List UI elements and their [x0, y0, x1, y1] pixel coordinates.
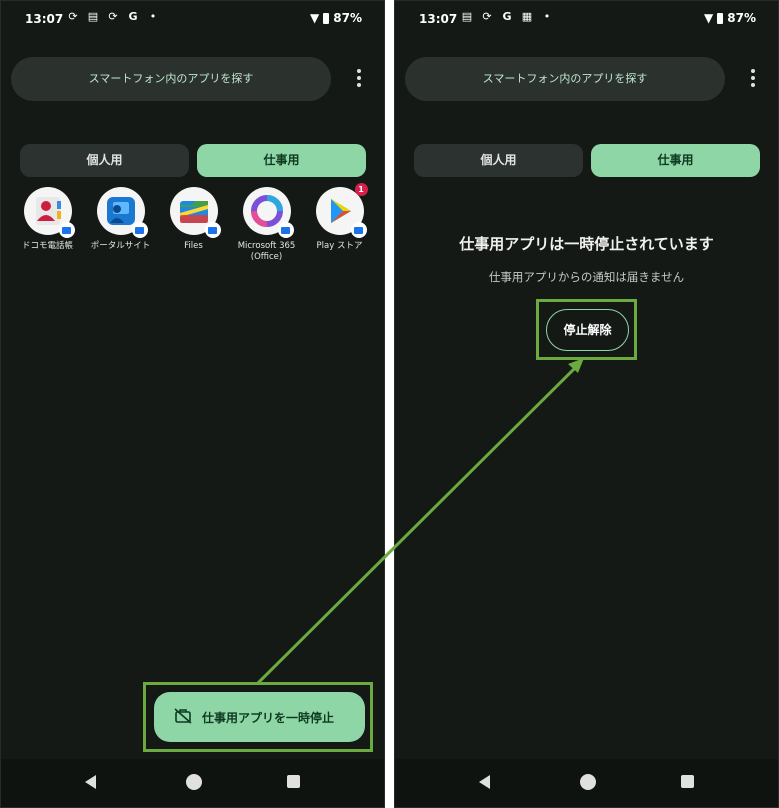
connector-arrow-icon — [256, 358, 584, 685]
